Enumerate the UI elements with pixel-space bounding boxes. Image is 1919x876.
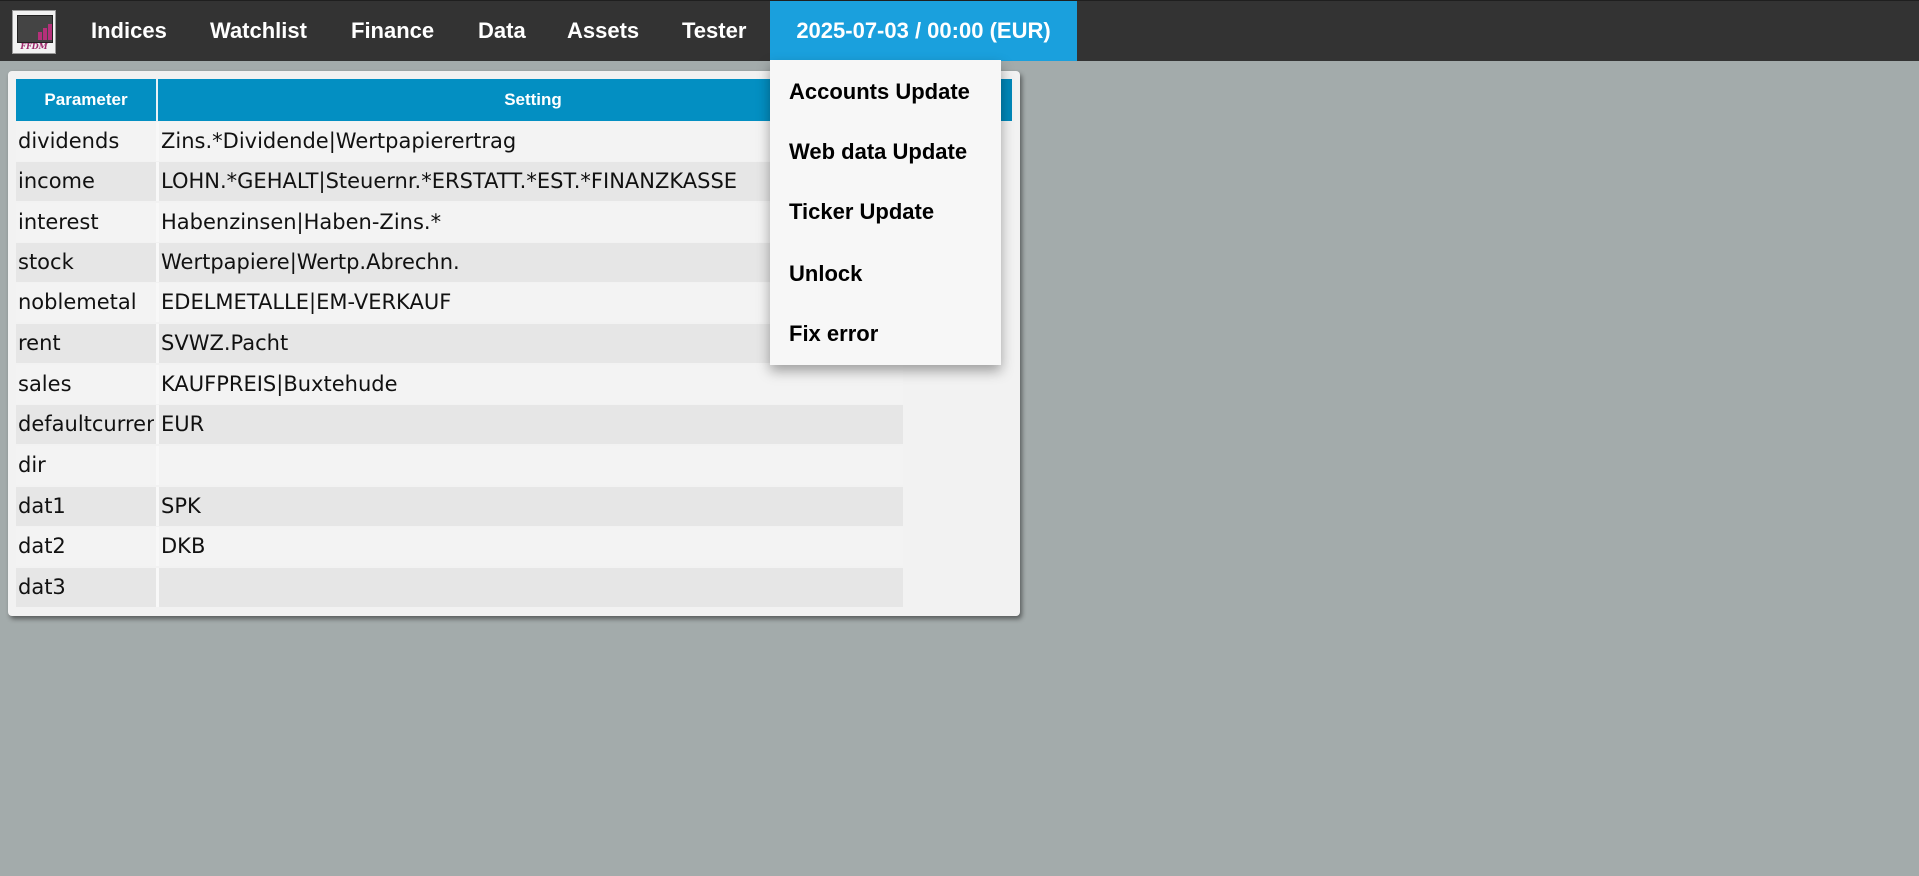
- table-row[interactable]: sales KAUFPREIS|Buxtehude: [16, 365, 903, 404]
- setting-cell[interactable]: KAUFPREIS|Buxtehude: [161, 365, 901, 404]
- nav-assets[interactable]: Assets: [567, 1, 639, 61]
- menu-item-fix-error[interactable]: Fix error: [789, 304, 999, 364]
- setting-cell[interactable]: [161, 446, 901, 485]
- app-logo[interactable]: FFDM: [12, 10, 56, 54]
- param-cell: interest: [18, 210, 99, 234]
- param-cell: noblemetal: [18, 290, 137, 314]
- column-header-parameter[interactable]: Parameter: [16, 79, 156, 121]
- param-cell: dividends: [18, 129, 120, 153]
- setting-cell[interactable]: [161, 568, 901, 607]
- top-navbar: FFDM Indices Watchlist Finance Data Asse…: [0, 0, 1919, 61]
- param-cell: dat1: [18, 494, 66, 518]
- table-row[interactable]: dat2 DKB: [16, 527, 903, 566]
- table-row[interactable]: defaultcurren EUR: [16, 405, 903, 444]
- nav-tester[interactable]: Tester: [682, 1, 746, 61]
- param-cell: rent: [18, 331, 61, 355]
- param-cell: dat2: [18, 534, 66, 558]
- param-cell: defaultcurren: [18, 412, 154, 436]
- logo-chart-icon: [17, 15, 53, 43]
- param-cell: income: [18, 169, 95, 193]
- nav-date-currency-label: 2025-07-03 / 00:00 (EUR): [796, 18, 1051, 43]
- param-cell: dir: [18, 453, 46, 477]
- update-dropdown-menu: Accounts Update Web data Update Ticker U…: [770, 60, 1001, 365]
- nav-indices[interactable]: Indices: [91, 1, 167, 61]
- menu-item-accounts-update[interactable]: Accounts Update: [789, 62, 999, 122]
- nav-finance[interactable]: Finance: [351, 1, 434, 61]
- table-row[interactable]: dat1 SPK: [16, 487, 903, 526]
- menu-item-ticker-update[interactable]: Ticker Update: [789, 182, 999, 242]
- setting-cell[interactable]: EUR: [161, 405, 901, 444]
- setting-cell[interactable]: DKB: [161, 527, 901, 566]
- setting-cell[interactable]: SPK: [161, 487, 901, 526]
- param-cell: dat3: [18, 575, 66, 599]
- nav-data[interactable]: Data: [478, 1, 526, 61]
- logo-text: FFDM: [20, 41, 48, 51]
- menu-item-web-data-update[interactable]: Web data Update: [789, 122, 999, 182]
- param-cell: sales: [18, 372, 72, 396]
- nav-date-currency[interactable]: 2025-07-03 / 00:00 (EUR): [770, 1, 1077, 61]
- param-cell: stock: [18, 250, 74, 274]
- nav-watchlist[interactable]: Watchlist: [210, 1, 307, 61]
- table-row[interactable]: dat3: [16, 568, 903, 607]
- menu-item-unlock[interactable]: Unlock: [789, 244, 999, 304]
- table-row[interactable]: dir: [16, 446, 903, 485]
